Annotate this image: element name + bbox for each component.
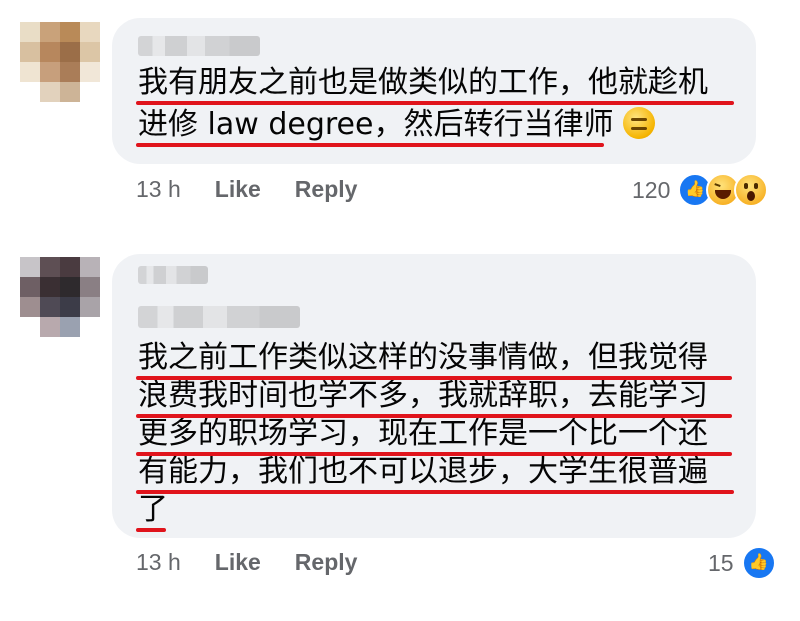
comment-author-name[interactable] — [138, 36, 260, 56]
like-reaction-icon — [741, 546, 776, 580]
expressionless-face-icon — [623, 106, 656, 139]
comment-author-badge — [138, 306, 300, 328]
red-underline — [136, 452, 732, 456]
comment-text-line: 我有朋友之前也是做类似的工作，他就趁机 — [138, 65, 708, 100]
comment-timestamp[interactable]: 13 h — [136, 176, 181, 203]
comment-actions: 13 h Like Reply — [136, 176, 357, 203]
reaction-count: 120 — [632, 176, 671, 203]
reply-button[interactable]: Reply — [295, 549, 358, 576]
reply-button[interactable]: Reply — [295, 176, 358, 203]
comment-actions: 13 h Like Reply — [136, 549, 357, 576]
red-underline — [136, 376, 732, 380]
comment-text-line: 有能力，我们也不可以退步，大学生很普遍 — [138, 454, 708, 489]
comment-text-line: 更多的职场学习，现在工作是一个比一个还 — [138, 416, 708, 451]
comment-author-name[interactable] — [138, 266, 208, 284]
red-underline — [136, 414, 732, 418]
comment-timestamp[interactable]: 13 h — [136, 549, 181, 576]
comment-text-line: 我之前工作类似这样的没事情做，但我觉得 — [138, 340, 708, 375]
like-button[interactable]: Like — [215, 176, 261, 203]
avatar[interactable] — [20, 257, 100, 337]
avatar[interactable] — [20, 22, 100, 102]
wow-reaction-icon — [734, 173, 769, 207]
red-underline — [136, 143, 604, 147]
red-underline — [136, 528, 166, 532]
red-underline — [136, 101, 734, 105]
comment-text: 我之前工作类似这样的没事情做，但我觉得 浪费我时间也学不多，我就辞职，去能学习 … — [138, 339, 708, 529]
reaction-summary[interactable]: 120 — [632, 173, 769, 207]
reaction-summary[interactable]: 15 — [708, 546, 776, 580]
reaction-count: 15 — [708, 549, 734, 576]
comment-text-line: 进修 law degree，然后转行当律师 — [138, 107, 614, 142]
comment-text-line: 了 — [138, 492, 168, 527]
red-underline — [136, 490, 734, 494]
comment-text-line: 浪费我时间也学不多，我就辞职，去能学习 — [138, 378, 708, 413]
like-button[interactable]: Like — [215, 549, 261, 576]
